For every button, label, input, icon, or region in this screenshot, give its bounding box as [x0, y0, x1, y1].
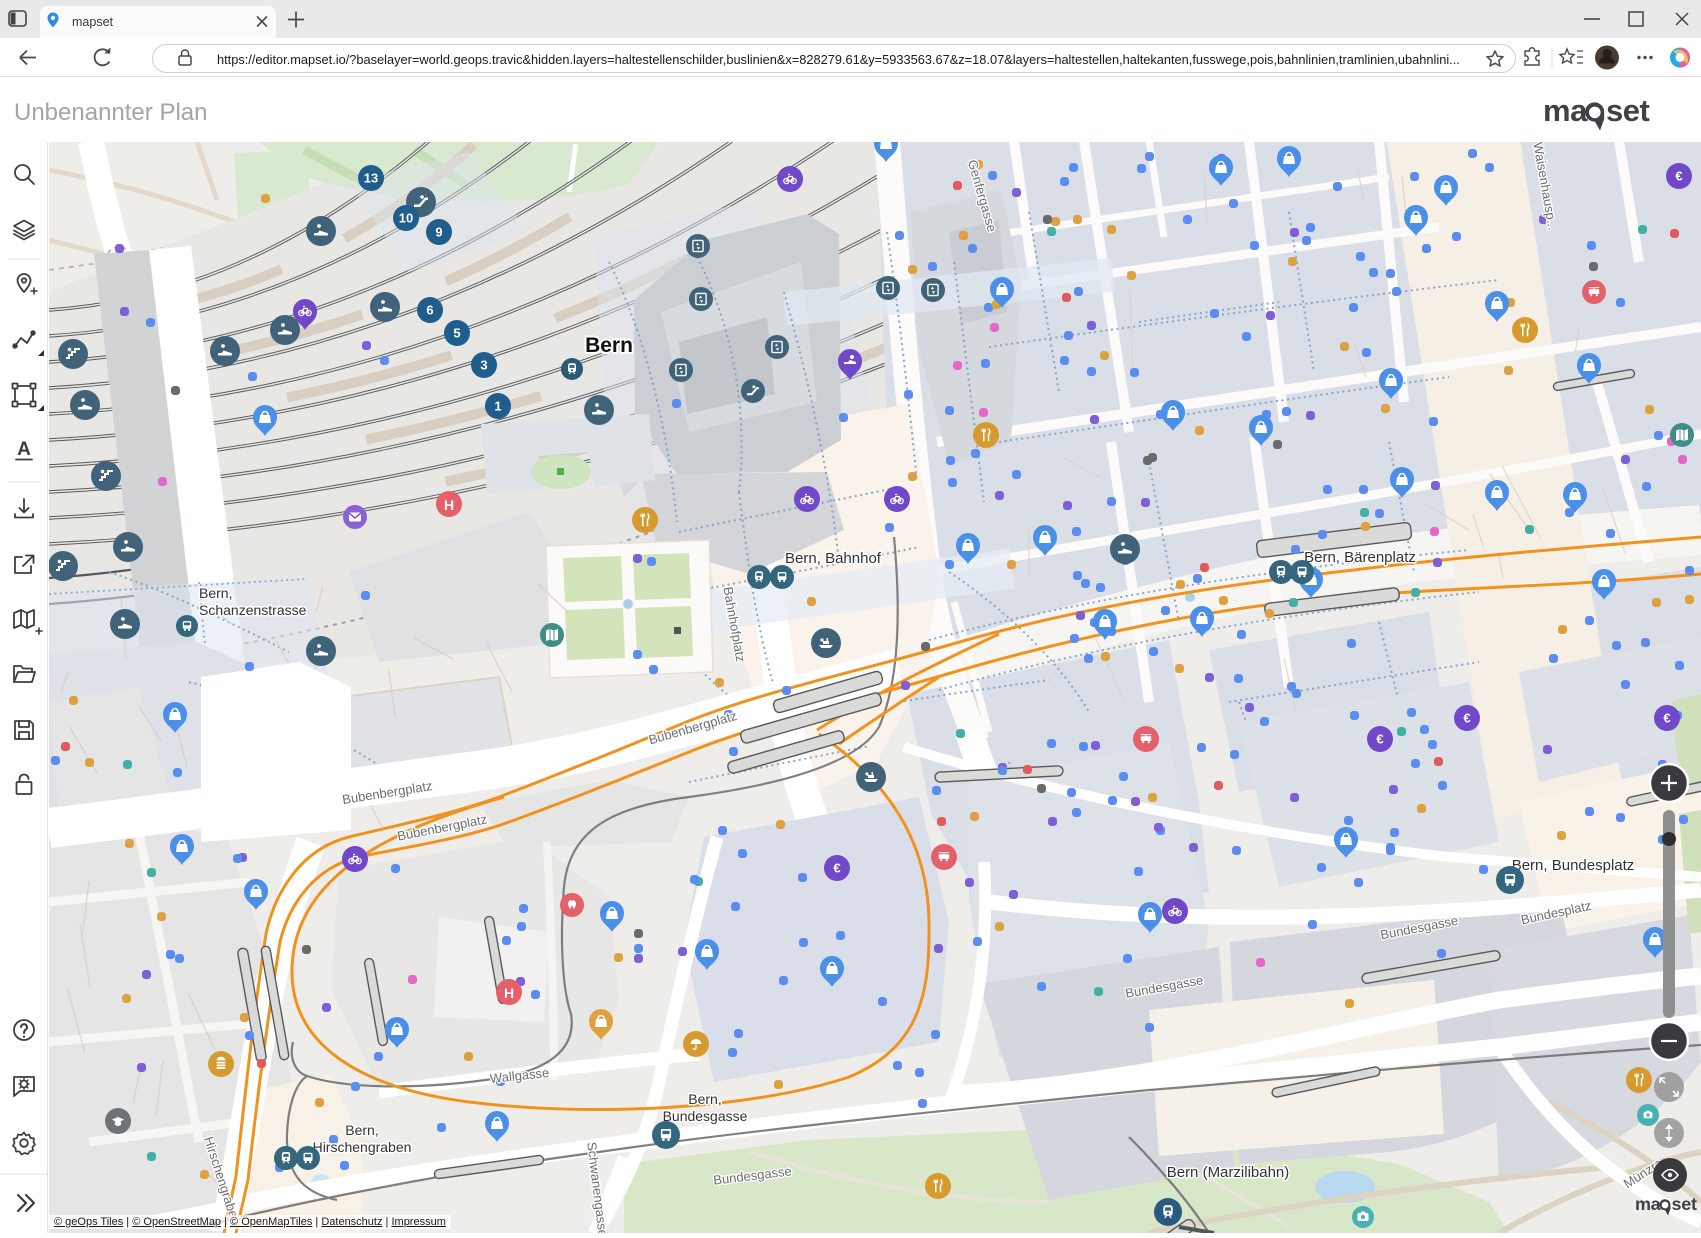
- svg-text:Schanzenstrasse: Schanzenstrasse: [199, 602, 307, 618]
- svg-text:set: set: [1672, 1194, 1697, 1214]
- svg-text:mapset: mapset: [72, 15, 114, 29]
- svg-text:5: 5: [453, 326, 460, 341]
- svg-text:13: 13: [364, 171, 378, 186]
- svg-text:H: H: [504, 985, 514, 1001]
- svg-text:ma: ma: [1543, 93, 1588, 128]
- svg-text:10: 10: [399, 211, 413, 226]
- svg-text:set: set: [1606, 93, 1649, 128]
- svg-text:1: 1: [494, 399, 501, 414]
- svg-text:Bern, Bärenplatz: Bern, Bärenplatz: [1304, 549, 1416, 566]
- svg-text:9: 9: [435, 225, 442, 240]
- svg-text:Bern,: Bern,: [345, 1122, 378, 1138]
- svg-text:Bern, Bundesplatz: Bern, Bundesplatz: [1512, 857, 1635, 874]
- svg-text:Bundesgasse: Bundesgasse: [663, 1108, 748, 1124]
- svg-text:Bern (Marzilibahn): Bern (Marzilibahn): [1167, 1164, 1290, 1181]
- svg-text:Bern,: Bern,: [199, 585, 232, 601]
- svg-text:Bern,: Bern,: [688, 1091, 721, 1107]
- svg-text:6: 6: [426, 303, 433, 318]
- svg-text:€: €: [833, 861, 840, 876]
- svg-text:Hirschengraben: Hirschengraben: [313, 1139, 412, 1155]
- svg-text:H: H: [444, 497, 454, 513]
- svg-text:€: €: [1663, 711, 1670, 726]
- svg-text:A: A: [17, 439, 31, 460]
- svg-text:ma: ma: [1635, 1194, 1662, 1214]
- svg-text:Bern: Bern: [585, 334, 633, 357]
- svg-text:3: 3: [480, 358, 487, 373]
- svg-text:Bern, Bahnhof: Bern, Bahnhof: [785, 550, 882, 567]
- svg-text:€: €: [1376, 732, 1383, 747]
- svg-text:€: €: [1675, 169, 1682, 184]
- svg-text:€: €: [1463, 711, 1470, 726]
